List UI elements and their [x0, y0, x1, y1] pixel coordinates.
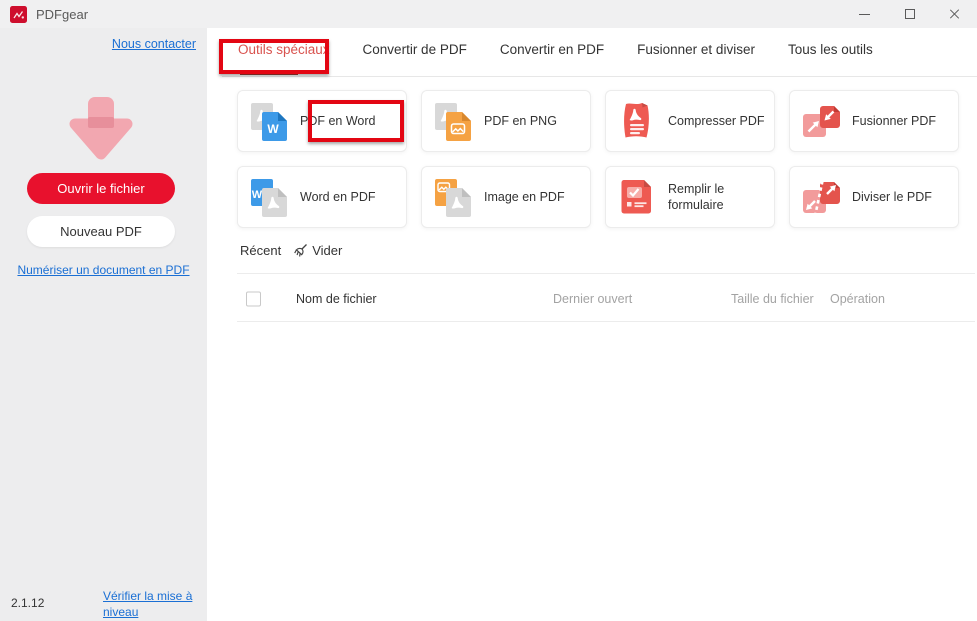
new-pdf-button[interactable]: Nouveau PDF	[27, 216, 175, 247]
tool-label: Diviser le PDF	[852, 189, 932, 205]
compress-pdf-icon	[615, 99, 659, 143]
maximize-button[interactable]	[887, 0, 932, 28]
broom-icon	[293, 243, 308, 258]
tool-label: Image en PDF	[484, 189, 565, 205]
download-arrow-icon	[51, 94, 151, 172]
tab-tous-les-outils[interactable]: Tous les outils	[788, 42, 873, 63]
sidebar: Nous contacter Ouvrir le fichier Nouveau…	[0, 28, 207, 621]
split-pdf-icon	[799, 175, 843, 219]
tool-card-word-en-pdf[interactable]: W Word en PDF	[237, 166, 407, 228]
window-controls	[842, 0, 977, 28]
tool-card-fusionner-pdf[interactable]: Fusionner PDF	[789, 90, 959, 152]
tool-label: Compresser PDF	[668, 113, 765, 129]
tool-card-image-en-pdf[interactable]: Image en PDF	[421, 166, 591, 228]
minimize-icon	[859, 14, 870, 15]
svg-text:W: W	[252, 189, 263, 201]
tool-card-pdf-en-word[interactable]: W PDF en Word	[237, 90, 407, 152]
select-all-checkbox[interactable]	[246, 292, 261, 307]
tool-card-pdf-en-png[interactable]: PDF en PNG	[421, 90, 591, 152]
pdf-to-png-icon	[431, 99, 475, 143]
check-update-link[interactable]: Vérifier la mise à niveau	[103, 588, 195, 620]
tool-label: PDF en PNG	[484, 113, 557, 129]
clear-recent-label: Vider	[312, 243, 342, 258]
fill-form-icon	[615, 175, 659, 219]
close-button[interactable]	[932, 0, 977, 28]
column-last-opened: Dernier ouvert	[553, 292, 632, 306]
recent-table-header: Nom de fichier Dernier ouvert Taille du …	[237, 284, 975, 314]
divider	[237, 273, 975, 274]
pdf-to-word-icon: W	[247, 99, 291, 143]
recent-title: Récent	[240, 243, 281, 258]
tool-card-compresser-pdf[interactable]: Compresser PDF	[605, 90, 775, 152]
tool-label: Word en PDF	[300, 189, 376, 205]
merge-pdf-icon	[799, 99, 843, 143]
tool-label: PDF en Word	[300, 113, 376, 129]
minimize-button[interactable]	[842, 0, 887, 28]
window-title: PDFgear	[36, 7, 88, 22]
tab-outils-speciaux[interactable]: Outils spéciaux	[238, 42, 330, 63]
titlebar: PDFgear	[0, 0, 977, 28]
contact-link[interactable]: Nous contacter	[112, 37, 196, 51]
scan-to-pdf-link[interactable]: Numériser un document en PDF	[17, 263, 189, 277]
main-area: Outils spéciaux Convertir de PDF Convert…	[207, 28, 977, 621]
tools-grid: W PDF en Word PDF en PNG	[237, 90, 959, 228]
image-to-pdf-icon	[431, 175, 475, 219]
tab-convertir-de-pdf[interactable]: Convertir de PDF	[363, 42, 467, 63]
divider	[222, 76, 977, 77]
maximize-icon	[905, 9, 915, 19]
tool-label: Remplir le formulaire	[668, 181, 768, 214]
tool-card-remplir-formulaire[interactable]: Remplir le formulaire	[605, 166, 775, 228]
version-label: 2.1.12	[11, 596, 44, 610]
column-operation: Opération	[830, 292, 885, 306]
tab-convertir-en-pdf[interactable]: Convertir en PDF	[500, 42, 604, 63]
tool-card-diviser-pdf[interactable]: Diviser le PDF	[789, 166, 959, 228]
column-file-size: Taille du fichier	[731, 292, 814, 306]
word-to-pdf-icon: W	[247, 175, 291, 219]
close-icon	[949, 8, 961, 20]
active-tab-underline	[240, 71, 298, 75]
pdfgear-window: PDFgear Nous contacter Ouvrir le fichier…	[0, 0, 977, 621]
clear-recent-button[interactable]: Vider	[293, 243, 342, 258]
tool-label: Fusionner PDF	[852, 113, 936, 129]
divider	[237, 321, 975, 322]
column-filename: Nom de fichier	[296, 292, 377, 306]
pdfgear-logo-icon	[10, 6, 27, 23]
recent-header: Récent Vider	[240, 243, 342, 258]
svg-text:W: W	[267, 122, 279, 136]
tabs-bar: Outils spéciaux Convertir de PDF Convert…	[238, 42, 873, 63]
open-file-button[interactable]: Ouvrir le fichier	[27, 173, 175, 204]
tab-fusionner-et-diviser[interactable]: Fusionner et diviser	[637, 42, 755, 63]
